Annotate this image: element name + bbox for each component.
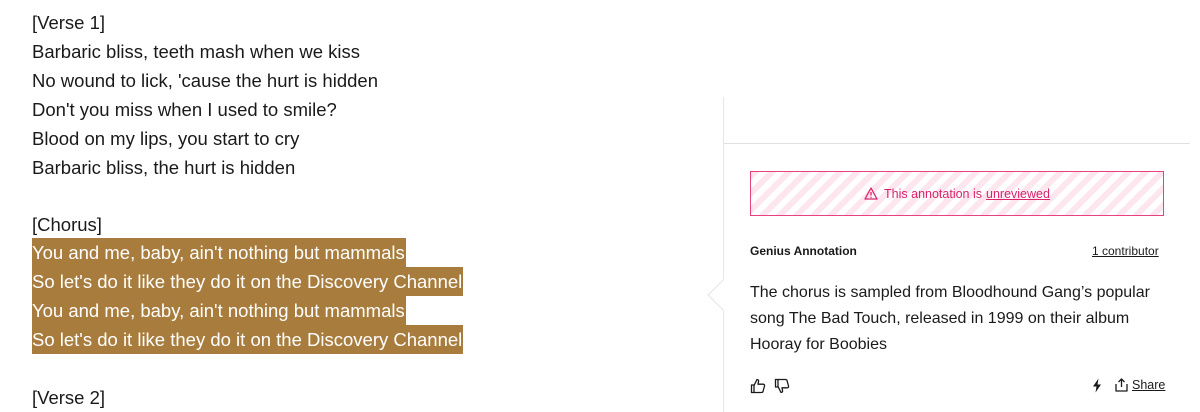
- lyrics-column: [Verse 1] Barbaric bliss, teeth mash whe…: [0, 0, 720, 412]
- thumbs-up-icon: [750, 378, 766, 394]
- annotation-body: The chorus is sampled from Bloodhound Ga…: [750, 284, 1150, 353]
- lyric-line[interactable]: Barbaric bliss, the hurt is hidden: [32, 153, 295, 182]
- warning-text: This annotation is: [884, 186, 983, 201]
- panel-divider: [724, 143, 1190, 144]
- downvote-button[interactable]: [774, 378, 790, 394]
- lyric-line[interactable]: Don't you miss when I used to smile?: [32, 95, 337, 124]
- lyric-section-header: [Verse 1]: [32, 12, 106, 33]
- thumbs-down-icon: [774, 378, 790, 394]
- lyric-section-header: [Chorus]: [32, 214, 102, 235]
- share-label: Share: [1132, 378, 1166, 392]
- lyric-line[interactable]: No wound to lick, 'cause the hurt is hid…: [32, 66, 378, 95]
- lightning-icon[interactable]: [1092, 378, 1102, 393]
- upvote-button[interactable]: [750, 378, 766, 394]
- unreviewed-warning: This annotation is unreviewed: [750, 171, 1164, 216]
- share-button[interactable]: Share: [1115, 378, 1165, 392]
- highlighted-lyric-line[interactable]: So let's do it like they do it on the Di…: [32, 325, 464, 354]
- lyric-line[interactable]: Blood on my lips, you start to cry: [32, 124, 299, 153]
- unreviewed-link[interactable]: unreviewed: [986, 187, 1050, 201]
- warning-triangle-icon: [864, 187, 878, 200]
- annotation-label: Genius Annotation: [750, 244, 857, 258]
- highlighted-lyric-line[interactable]: So let's do it like they do it on the Di…: [32, 267, 464, 296]
- highlighted-lyric-line[interactable]: You and me, baby, ain't nothing but mamm…: [32, 238, 406, 267]
- contributors-link[interactable]: 1 contributor: [1092, 244, 1159, 258]
- highlighted-lyric-line[interactable]: You and me, baby, ain't nothing but mamm…: [32, 296, 406, 325]
- share-icon: [1115, 378, 1128, 392]
- lyric-section-header: [Verse 2]: [32, 387, 106, 408]
- lyric-line[interactable]: Barbaric bliss, teeth mash when we kiss: [32, 37, 360, 66]
